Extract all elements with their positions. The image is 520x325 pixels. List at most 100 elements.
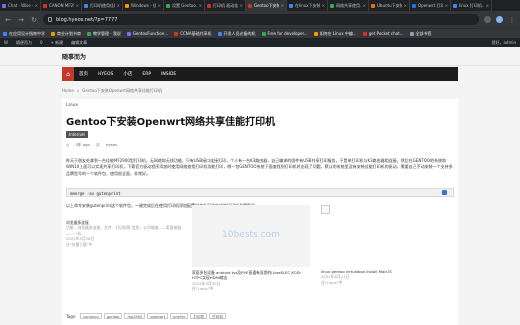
browser-tab[interactable]: 打印机使用佳能...× xyxy=(82,0,123,11)
back-icon[interactable]: ← xyxy=(4,16,12,24)
bookmark-item[interactable]: 如何在 Linux 中编... xyxy=(313,30,357,37)
related-thumbnail[interactable]: 10bests.com xyxy=(192,205,310,267)
close-icon[interactable]: × xyxy=(158,3,161,8)
wp-new-link[interactable]: + 新建 xyxy=(51,40,64,46)
tags-label: Tags: xyxy=(66,313,77,319)
related-meta: 功能：浏览器多连接、文件、打印机等 信息：公司电脑——家庭电脑——一机... xyxy=(66,225,182,236)
bookmark-item[interactable]: 在应用设计指南中学 xyxy=(3,31,45,37)
bookmark-item[interactable]: 教学管理 · 我说 xyxy=(87,31,121,37)
browser-tab[interactable]: Chat · Wise · Write× xyxy=(0,0,41,11)
bookmark-item[interactable]: 商业计划书商 xyxy=(51,31,81,37)
close-icon[interactable]: × xyxy=(486,3,489,8)
menu-item-hyeos[interactable]: HYEOS xyxy=(93,67,118,81)
tab-title: linux 打印机... xyxy=(459,2,484,8)
bookmarks-bar: 在应用设计指南中学 商业计划书商 教学管理 · 我说 GentooFunction..… xyxy=(0,28,520,38)
browser-toolbar: ← → ↻ blog.hyeos.net/?p=7777 ⋮ xyxy=(0,11,520,28)
browser-tab[interactable]: Windows - 佳能...× xyxy=(123,0,164,11)
menu-item-inside[interactable]: INSIDE xyxy=(156,67,181,81)
tab-favicon-icon xyxy=(453,3,457,8)
close-icon[interactable]: × xyxy=(117,3,120,8)
bookmark-item[interactable]: GentooFunction... xyxy=(126,31,168,36)
bookmark-item[interactable]: 开发人员必备的机 xyxy=(217,31,256,37)
address-bar[interactable]: blog.hyeos.net/?p=7777 xyxy=(43,14,479,25)
tab-title: Windows - 佳能... xyxy=(131,2,156,8)
tag-link[interactable]: openwrt xyxy=(147,313,169,319)
close-icon[interactable]: × xyxy=(240,3,243,8)
bookmark-favicon-icon xyxy=(3,31,7,36)
home-icon[interactable]: ⌂ xyxy=(62,67,74,81)
bookmark-item[interactable]: get Pocket chat... xyxy=(362,31,404,36)
tab-title: Gentoo下安装... xyxy=(254,2,279,8)
menu-item-home[interactable]: 首页 xyxy=(74,67,93,81)
code-block: emerge -av gutenprint xyxy=(66,188,454,197)
close-icon[interactable]: × xyxy=(404,3,407,8)
close-icon[interactable]: × xyxy=(445,3,448,8)
close-icon[interactable]: × xyxy=(281,3,284,8)
wp-logo-icon[interactable]: W xyxy=(4,40,8,45)
bookmark-item[interactable]: 全部书签 xyxy=(409,31,432,37)
breadcrumb-sep: » xyxy=(76,88,80,93)
menu-item-erp[interactable]: ERP xyxy=(137,67,156,81)
wp-site-link[interactable]: 随便而为 xyxy=(16,40,32,46)
tab-title: 网络共享使用... xyxy=(336,2,361,8)
browser-tab[interactable]: Openwrt 打印...× xyxy=(410,0,451,11)
tab-title: 设置 Gentoo... xyxy=(172,2,197,8)
close-icon[interactable]: × xyxy=(35,3,38,8)
bookmark-favicon-icon xyxy=(174,31,179,36)
forward-icon[interactable]: → xyxy=(17,16,25,24)
bookmark-label: Free for developer... xyxy=(267,31,308,36)
tag-link[interactable]: 打印机 xyxy=(209,313,226,319)
extension-icon[interactable] xyxy=(484,16,491,23)
clock-icon: ◷ xyxy=(66,142,70,147)
copy-code-button[interactable] xyxy=(442,190,447,195)
post-meta: ◷ 3年 ago ☺ hyeos xyxy=(66,142,117,148)
bookmark-label: 如何在 Linux 中编... xyxy=(319,30,357,36)
code-text: emerge -av gutenprint xyxy=(70,191,121,196)
close-icon[interactable]: × xyxy=(76,3,79,8)
breadcrumb-home[interactable]: Home xyxy=(62,88,74,94)
bookmark-favicon-icon xyxy=(313,31,318,36)
menu-icon[interactable]: ⋮ xyxy=(508,16,516,24)
tag-link[interactable]: 打印机 xyxy=(190,313,208,319)
site-page: 随事而为 ⌂ 首页 HYEOS 小店 ERP INSIDE Home » Gen… xyxy=(0,47,520,325)
wp-edit-link[interactable]: 编辑文章 xyxy=(71,40,87,46)
browser-tab[interactable]: CANON MF290...× xyxy=(41,0,82,11)
close-icon[interactable]: × xyxy=(363,3,366,8)
browser-tab[interactable]: Ubuntu下安装...× xyxy=(369,0,410,11)
wp-comments-count[interactable]: 0 xyxy=(40,40,43,45)
bookmark-item[interactable]: Free for developer... xyxy=(261,31,308,36)
tab-favicon-icon xyxy=(330,3,334,8)
broken-image-icon xyxy=(321,205,330,214)
bookmark-favicon-icon xyxy=(261,31,266,36)
bookmark-item[interactable]: CCNA基础共享机 xyxy=(174,31,212,37)
post-author[interactable]: hyeos xyxy=(106,142,117,148)
related-post-1[interactable]: 浏览器多连接 功能：浏览器多连接、文件、打印机等 信息：公司电脑——家庭电脑——… xyxy=(66,220,184,247)
wp-user-greeting[interactable]: 您好，admin xyxy=(491,40,516,46)
close-icon[interactable]: × xyxy=(322,3,325,8)
user-icon: ☺ xyxy=(95,142,100,147)
bookmark-favicon-icon xyxy=(362,31,367,36)
menu-item-shop[interactable]: 小店 xyxy=(118,67,137,81)
browser-tab[interactable]: 网络共享使用...× xyxy=(328,0,369,11)
browser-tab[interactable]: linux 打印机... × xyxy=(451,0,492,11)
post-category[interactable]: Linux xyxy=(66,103,78,108)
tab-title: 在linux下安装... xyxy=(295,2,320,8)
browser-tab[interactable]: 设置 Gentoo...× xyxy=(164,0,205,11)
close-icon[interactable]: × xyxy=(199,3,202,8)
tab-favicon-icon xyxy=(289,3,293,8)
tag-link[interactable]: printer xyxy=(170,313,189,319)
related-title[interactable]: 家庭多台设备 android tvs及PVE直通有深思的LibreELEC KO… xyxy=(192,270,310,281)
reload-icon[interactable]: ↻ xyxy=(30,16,38,24)
tag-link[interactable]: mp2900 xyxy=(124,313,146,319)
browser-tab[interactable]: 在linux下安装...× xyxy=(287,0,328,11)
browser-tab[interactable]: 打印机 驱动佳...× xyxy=(205,0,246,11)
tab-favicon-icon xyxy=(125,3,129,8)
related-post-3[interactable]: linux gentoo virtualbox install MacOS 20… xyxy=(321,205,439,285)
site-brand[interactable]: 随事而为 xyxy=(62,52,86,61)
browser-tab[interactable]: Gentoo下安装...× xyxy=(246,0,287,11)
profile-avatar[interactable] xyxy=(496,16,503,23)
tag-link[interactable]: common xyxy=(80,313,102,319)
post-tag-badge[interactable]: Internet xyxy=(66,131,88,138)
tag-link[interactable]: gentoo xyxy=(103,313,123,319)
related-post-2[interactable]: 10bests.com 家庭多台设备 android tvs及PVE直通有深思的… xyxy=(192,205,310,292)
